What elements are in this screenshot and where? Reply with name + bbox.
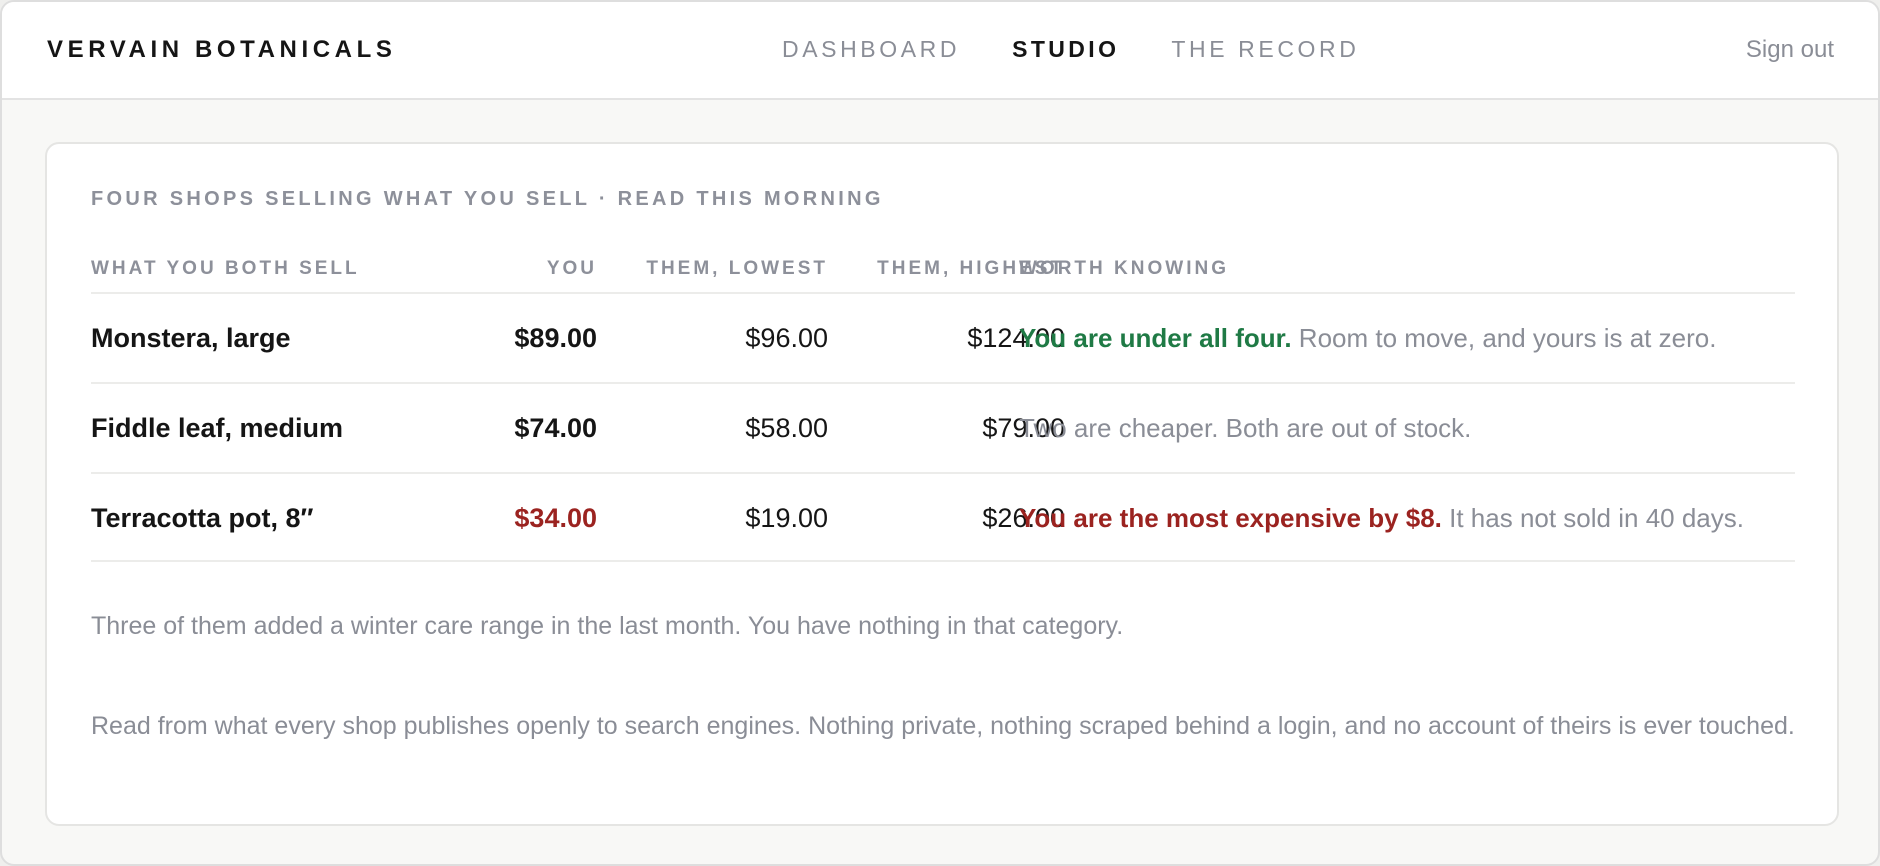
main-nav: DASHBOARD STUDIO THE RECORD — [782, 36, 1411, 63]
app-window: VERVAIN BOTANICALS DASHBOARD STUDIO THE … — [0, 0, 1880, 866]
their-lowest-price: $19.00 — [745, 503, 828, 533]
data-source-disclaimer: Read from what every shop publishes open… — [91, 712, 1795, 740]
top-bar: VERVAIN BOTANICALS DASHBOARD STUDIO THE … — [2, 2, 1878, 100]
worth-knowing-note: Two are cheaper. Both are out of stock. — [1019, 413, 1471, 444]
your-price: $89.00 — [514, 323, 597, 353]
note-highlight: You are under all four. — [1019, 323, 1292, 353]
table-row: Monstera, large $89.00 $96.00 $124.00 Yo… — [91, 294, 1795, 384]
item-name: Fiddle leaf, medium — [91, 413, 344, 443]
table-row: Terracotta pot, 8″ $34.00 $19.00 $26.00 … — [91, 474, 1795, 562]
note-detail: Room to move, and yours is at zero. — [1291, 323, 1717, 353]
nav-the-record[interactable]: THE RECORD — [1171, 36, 1359, 63]
insight-text: Three of them added a winter care range … — [91, 612, 1124, 640]
column-header-item: WHAT YOU BOTH SELL — [91, 258, 360, 279]
item-name: Monstera, large — [91, 323, 291, 353]
nav-dashboard[interactable]: DASHBOARD — [782, 36, 960, 63]
table-row: Fiddle leaf, medium $74.00 $58.00 $79.00… — [91, 384, 1795, 474]
competitor-card: FOUR SHOPS SELLING WHAT YOU SELL · READ … — [45, 142, 1839, 826]
note-highlight: You are the most expensive by $8. — [1019, 503, 1442, 533]
brand-logo[interactable]: VERVAIN BOTANICALS — [47, 36, 396, 64]
your-price: $34.00 — [514, 503, 597, 533]
column-header-worth-knowing: WORTH KNOWING — [1019, 258, 1229, 279]
their-lowest-price: $96.00 — [745, 323, 828, 353]
item-name: Terracotta pot, 8″ — [91, 503, 314, 533]
column-header-lowest: THEM, LOWEST — [646, 258, 828, 279]
price-comparison-table: WHAT YOU BOTH SELL YOU THEM, LOWEST THEM… — [91, 254, 1795, 562]
note-detail: Two are cheaper. Both are out of stock. — [1019, 413, 1472, 443]
their-lowest-price: $58.00 — [745, 413, 828, 443]
worth-knowing-note: You are the most expensive by $8. It has… — [1019, 503, 1744, 534]
table-header: WHAT YOU BOTH SELL YOU THEM, LOWEST THEM… — [91, 254, 1795, 294]
nav-studio[interactable]: STUDIO — [1012, 36, 1119, 63]
worth-knowing-note: You are under all four. Room to move, an… — [1019, 323, 1716, 354]
your-price: $74.00 — [514, 413, 597, 443]
column-header-you: YOU — [546, 258, 597, 279]
card-eyebrow: FOUR SHOPS SELLING WHAT YOU SELL · READ … — [91, 188, 884, 210]
note-detail: It has not sold in 40 days. — [1441, 503, 1744, 533]
sign-out-link[interactable]: Sign out — [1746, 36, 1834, 64]
